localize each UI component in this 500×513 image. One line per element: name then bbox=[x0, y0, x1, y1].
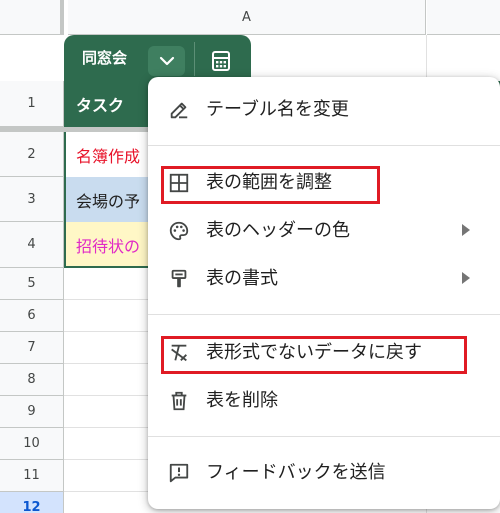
row-header-5[interactable]: 5 bbox=[0, 268, 64, 300]
menu-item-send-feedback[interactable]: フィードバックを送信 bbox=[148, 449, 500, 497]
trash-icon bbox=[167, 389, 191, 413]
format-paint-icon bbox=[167, 267, 191, 291]
row-header-10[interactable]: 10 bbox=[0, 428, 64, 460]
row-header-2[interactable]: 2 bbox=[0, 132, 64, 177]
select-all-corner[interactable] bbox=[0, 0, 64, 35]
menu-item-label: 表のヘッダーの色 bbox=[206, 220, 350, 241]
row-header-8[interactable]: 8 bbox=[0, 364, 64, 396]
menu-item-label: 表を削除 bbox=[206, 390, 278, 411]
submenu-arrow-icon bbox=[462, 224, 470, 236]
column-header-b[interactable] bbox=[427, 0, 500, 35]
row-header-6[interactable]: 6 bbox=[0, 300, 64, 332]
highlight-box-revert-to-data bbox=[161, 336, 467, 374]
feedback-icon bbox=[167, 461, 191, 485]
chevron-down-icon bbox=[159, 56, 174, 66]
menu-separator bbox=[148, 436, 500, 437]
chip-separator bbox=[194, 42, 195, 76]
menu-item-rename-table[interactable]: テーブル名を変更 bbox=[148, 86, 500, 134]
highlight-box-adjust-range bbox=[161, 166, 380, 204]
table-view-button[interactable] bbox=[205, 46, 237, 76]
menu-item-label: テーブル名を変更 bbox=[206, 99, 349, 120]
table-view-icon bbox=[212, 51, 230, 71]
row-header-4[interactable]: 4 bbox=[0, 222, 64, 268]
menu-item-table-format[interactable]: 表の書式 bbox=[148, 255, 500, 303]
submenu-arrow-icon bbox=[462, 272, 470, 284]
palette-icon bbox=[167, 219, 191, 243]
table-name[interactable]: 同窓会 bbox=[82, 47, 127, 68]
menu-item-delete-table[interactable]: 表を削除 bbox=[148, 377, 500, 425]
table-context-menu: テーブル名を変更 表の範囲を調整 表のヘッダーの色 表の書式 表形式でないデータ… bbox=[148, 77, 500, 509]
menu-item-label: フィードバックを送信 bbox=[206, 462, 386, 483]
row-header-12-selected[interactable]: 12 bbox=[0, 492, 64, 513]
row-header-11[interactable]: 11 bbox=[0, 460, 64, 492]
menu-separator bbox=[148, 314, 500, 315]
menu-separator bbox=[148, 145, 500, 146]
menu-item-header-color[interactable]: 表のヘッダーの色 bbox=[148, 207, 500, 255]
table-menu-dropdown-button[interactable] bbox=[148, 46, 185, 76]
row-header-9[interactable]: 9 bbox=[0, 396, 64, 428]
row-header-7[interactable]: 7 bbox=[0, 332, 64, 364]
column-header-a[interactable]: A bbox=[68, 0, 426, 35]
row-header-1[interactable]: 1 bbox=[0, 81, 64, 127]
edit-name-icon bbox=[167, 98, 191, 122]
menu-item-label: 表の書式 bbox=[206, 268, 278, 289]
row-header-3[interactable]: 3 bbox=[0, 177, 64, 222]
